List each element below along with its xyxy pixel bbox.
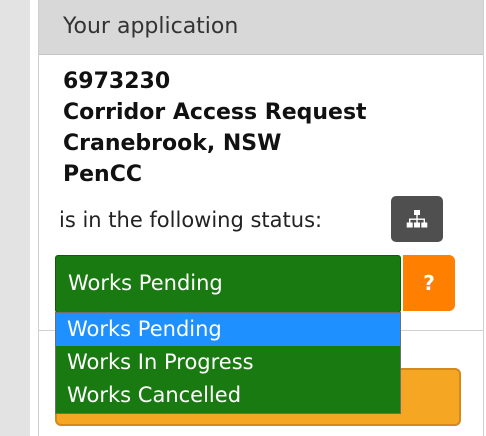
status-select-value: Works Pending (68, 271, 223, 295)
status-option-works-cancelled[interactable]: Works Cancelled (56, 379, 400, 412)
status-select[interactable]: Works Pending (55, 255, 401, 313)
application-info: 6973230 Corridor Access Request Cranebro… (63, 66, 367, 190)
panel-header: Your application (39, 0, 483, 55)
application-type: Corridor Access Request (63, 100, 367, 125)
application-panel: Your application 6973230 Corridor Access… (38, 0, 484, 436)
status-label: is in the following status: (59, 208, 323, 232)
application-id: 6973230 (63, 69, 171, 94)
panel-title: Your application (63, 14, 239, 39)
status-option-works-pending[interactable]: Works Pending (56, 313, 400, 346)
application-code: PenCC (63, 162, 142, 187)
sitemap-icon (406, 210, 428, 228)
status-dropdown-list: Works Pending Works In Progress Works Ca… (55, 312, 401, 414)
status-option-works-in-progress[interactable]: Works In Progress (56, 346, 400, 379)
left-rail (0, 0, 30, 436)
workflow-tree-button[interactable] (391, 196, 443, 242)
application-location: Cranebrook, NSW (63, 131, 282, 156)
status-help-button[interactable]: ? (403, 255, 455, 311)
